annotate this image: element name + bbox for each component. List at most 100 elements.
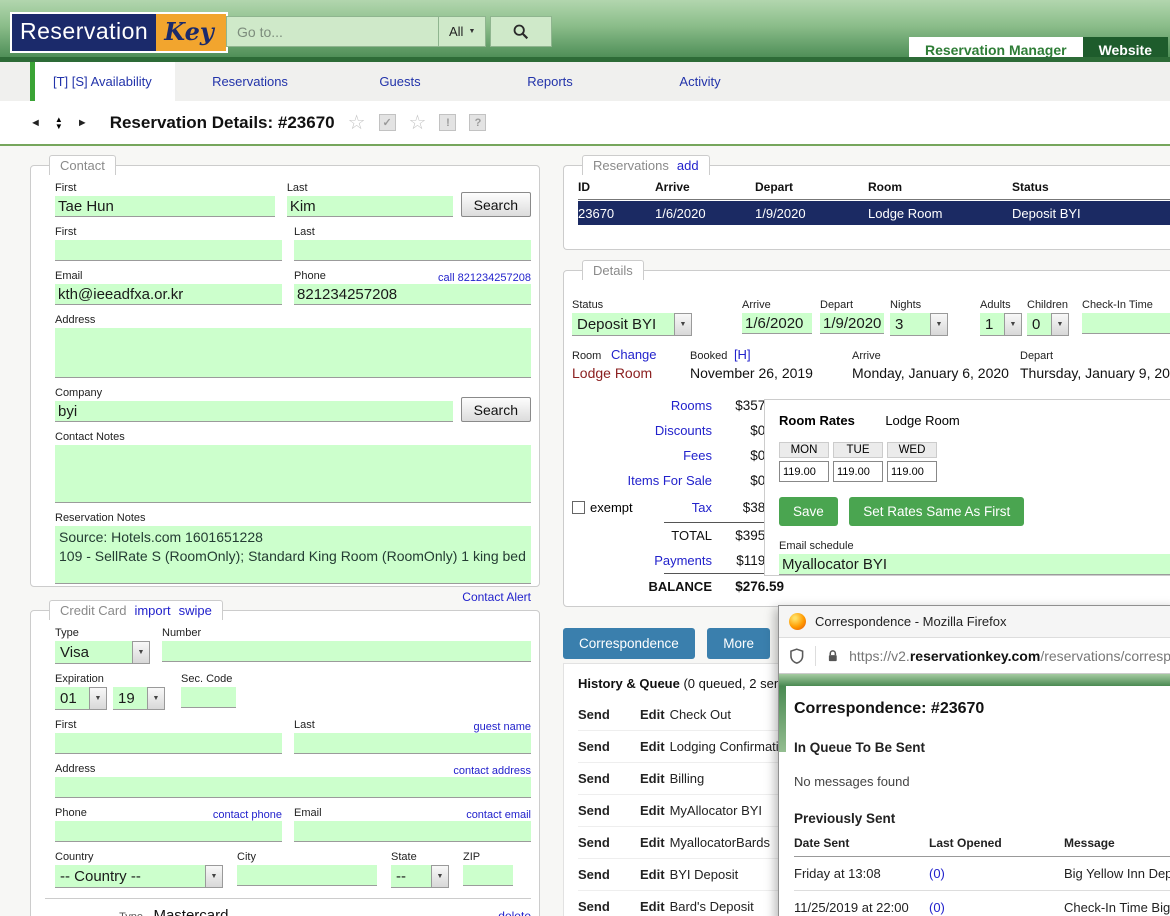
reservationkey-logo[interactable]: Reservation Key: [10, 12, 228, 53]
rate-input-mon[interactable]: [779, 461, 829, 482]
contact-phone-link[interactable]: contact phone: [213, 809, 282, 821]
address-textarea[interactable]: [55, 328, 531, 378]
nights-select[interactable]: 3 ▼: [890, 313, 948, 336]
import-card-link[interactable]: import: [134, 603, 170, 618]
opened-count-link[interactable]: (0): [929, 900, 1064, 915]
adults-select[interactable]: 1 ▼: [980, 313, 1022, 336]
send-link[interactable]: Send: [578, 835, 640, 850]
star-icon[interactable]: ☆: [409, 110, 427, 135]
send-link[interactable]: Send: [578, 899, 640, 914]
first-name-input[interactable]: [55, 196, 275, 217]
send-link[interactable]: Send: [578, 803, 640, 818]
state-select[interactable]: -- ▼: [391, 865, 449, 888]
search-button[interactable]: [490, 16, 552, 47]
edit-link[interactable]: Edit: [640, 707, 665, 722]
edit-link[interactable]: Edit: [640, 899, 665, 914]
nav-item-reservations[interactable]: Reservations: [175, 62, 325, 101]
help-icon[interactable]: ?: [469, 114, 486, 131]
search-scope-dropdown[interactable]: All ▼: [438, 16, 486, 47]
checkin-time-input[interactable]: [1082, 313, 1170, 334]
spin-down-icon[interactable]: ▼: [55, 123, 63, 130]
sec-code-input[interactable]: [181, 687, 236, 708]
zip-input[interactable]: [463, 865, 513, 886]
arrive-input[interactable]: [742, 313, 812, 334]
url-text[interactable]: https://v2.reservationkey.com/reservatio…: [849, 648, 1170, 664]
prev-reservation-icon[interactable]: ◄: [30, 117, 41, 129]
reservation-row-selected[interactable]: 23670 1/6/2020 1/9/2020 Lodge Room Depos…: [578, 201, 1170, 225]
guest-name-link[interactable]: guest name: [474, 721, 531, 733]
send-link[interactable]: Send: [578, 739, 640, 754]
first2-input[interactable]: [55, 240, 282, 261]
set-rates-same-button[interactable]: Set Rates Same As First: [849, 497, 1024, 526]
booked-history-link[interactable]: [H]: [734, 347, 751, 362]
city-input[interactable]: [237, 865, 377, 886]
add-reservation-link[interactable]: add: [677, 158, 699, 173]
call-phone-link[interactable]: call 821234257208: [438, 272, 531, 284]
checked-flag-icon[interactable]: ✓: [379, 114, 396, 131]
contact-address-link[interactable]: contact address: [453, 765, 531, 777]
opened-count-link[interactable]: (0): [929, 866, 1064, 881]
correspondence-button[interactable]: Correspondence: [563, 628, 695, 659]
popup-title-bar[interactable]: Correspondence - Mozilla Firefox: [779, 606, 1170, 638]
nav-item-guests[interactable]: Guests: [325, 62, 475, 101]
last-name-input[interactable]: [287, 196, 453, 217]
alert-icon[interactable]: !: [439, 114, 456, 131]
last2-input[interactable]: [294, 240, 531, 261]
reservation-notes-textarea[interactable]: Source: Hotels.com 1601651228 109 - Sell…: [55, 526, 531, 584]
cc-email-input[interactable]: [294, 821, 531, 842]
depart-input[interactable]: [820, 313, 884, 334]
nav-item-reports[interactable]: Reports: [475, 62, 625, 101]
country-select[interactable]: -- Country -- ▼: [55, 865, 223, 888]
cc-first-input[interactable]: [55, 733, 282, 754]
email-schedule-input[interactable]: [779, 554, 1170, 575]
contact-email-link[interactable]: contact email: [466, 809, 531, 821]
company-input[interactable]: [55, 401, 453, 422]
edit-link[interactable]: Edit: [640, 867, 665, 882]
contact-alert-link[interactable]: Contact Alert: [462, 590, 531, 604]
cc-phone-input[interactable]: [55, 821, 282, 842]
edit-link[interactable]: Edit: [640, 739, 665, 754]
cc-address-input[interactable]: [55, 777, 531, 798]
reservation-spinner[interactable]: ▲▼: [55, 116, 63, 130]
rate-input-wed[interactable]: [887, 461, 937, 482]
tax-link[interactable]: Tax: [633, 500, 712, 515]
goto-search-input[interactable]: [226, 16, 438, 47]
children-select[interactable]: 0 ▼: [1027, 313, 1069, 336]
next-reservation-icon[interactable]: ►: [77, 117, 88, 129]
edit-link[interactable]: Edit: [640, 771, 665, 786]
nav-item-availability[interactable]: [T] [S] Availability: [30, 62, 175, 101]
send-link[interactable]: Send: [578, 707, 640, 722]
rate-input-tue[interactable]: [833, 461, 883, 482]
tax-exempt-checkbox[interactable]: [572, 501, 585, 514]
exp-year-select[interactable]: 19 ▼: [113, 687, 165, 710]
phone-input[interactable]: [294, 284, 531, 305]
card-number-input[interactable]: [162, 641, 531, 662]
card-type-label: Type: [55, 627, 150, 639]
status-select[interactable]: Deposit BYI ▼: [572, 313, 692, 336]
discounts-link[interactable]: Discounts: [572, 423, 712, 438]
edit-link[interactable]: Edit: [640, 835, 665, 850]
cc-last-input[interactable]: [294, 733, 531, 754]
nav-item-activity[interactable]: Activity: [625, 62, 775, 101]
card-type-select[interactable]: Visa ▼: [55, 641, 150, 664]
contact-notes-textarea[interactable]: [55, 445, 531, 503]
save-rates-button[interactable]: Save: [779, 497, 838, 526]
swipe-card-link[interactable]: swipe: [179, 603, 212, 618]
change-room-link[interactable]: Change: [611, 347, 657, 362]
items-for-sale-link[interactable]: Items For Sale: [572, 473, 712, 488]
delete-card-link[interactable]: delete: [498, 909, 531, 916]
favorite-star-icon[interactable]: ☆: [348, 110, 366, 135]
shield-icon[interactable]: [789, 648, 805, 664]
contact-search-button[interactable]: Search: [461, 192, 531, 217]
send-link[interactable]: Send: [578, 867, 640, 882]
fees-link[interactable]: Fees: [572, 448, 712, 463]
more-button[interactable]: More: [707, 628, 770, 659]
exp-month-select[interactable]: 01 ▼: [55, 687, 107, 710]
company-search-button[interactable]: Search: [461, 397, 531, 422]
lock-icon[interactable]: [826, 649, 840, 663]
rooms-link[interactable]: Rooms: [572, 398, 712, 413]
payments-link[interactable]: Payments: [572, 553, 712, 568]
edit-link[interactable]: Edit: [640, 803, 665, 818]
email-input[interactable]: [55, 284, 282, 305]
send-link[interactable]: Send: [578, 771, 640, 786]
